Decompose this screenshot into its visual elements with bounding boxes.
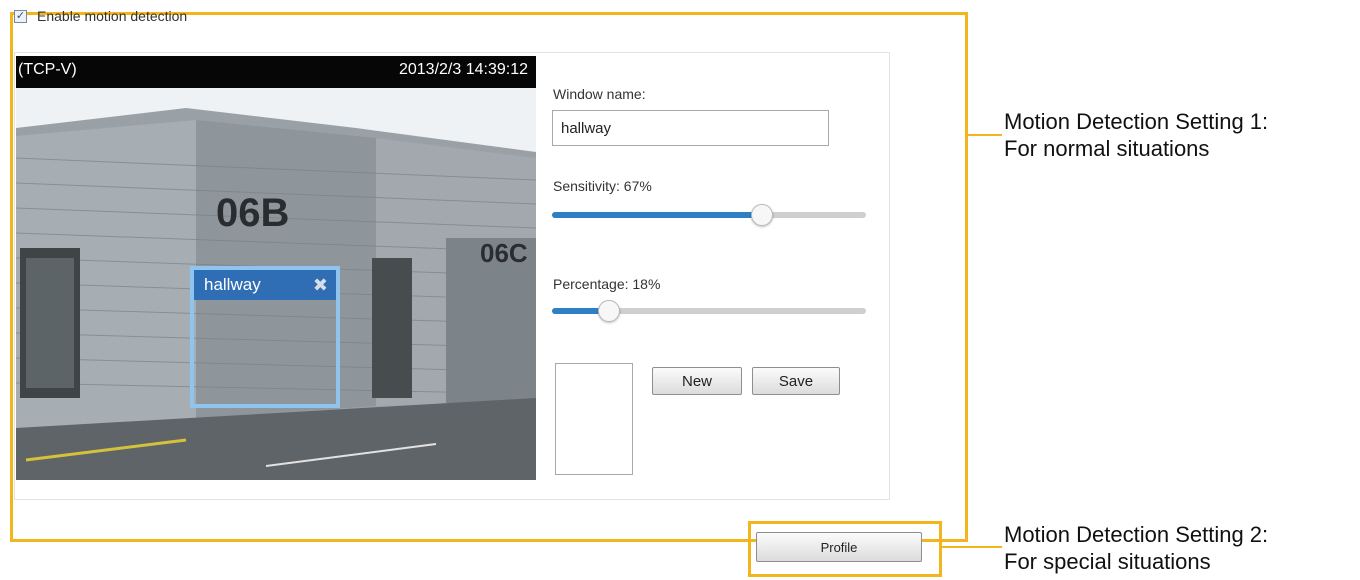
sensitivity-slider[interactable]	[552, 204, 866, 226]
setting1-annotation-title: Motion Detection Setting 1:	[1004, 109, 1269, 134]
sensitivity-fill	[552, 212, 763, 218]
stream-mode-label: (TCP-V)	[18, 61, 77, 78]
setting1-annotation-desc: For normal situations	[1004, 136, 1210, 161]
enable-motion-detection-checkbox[interactable]: ✓	[14, 9, 27, 23]
motion-window-name: hallway	[204, 275, 261, 294]
percentage-label: Percentage: 18%	[553, 276, 661, 292]
save-button[interactable]: Save	[752, 367, 840, 395]
window-name-input[interactable]	[552, 110, 829, 146]
profile-button[interactable]: Profile	[756, 532, 922, 562]
sensitivity-label: Sensitivity: 67%	[553, 178, 652, 194]
building-number-06c: 06C	[480, 238, 528, 268]
video-timestamp: 2013/2/3 14:39:12	[398, 61, 528, 78]
window-list-box[interactable]	[555, 363, 633, 475]
live-video-view[interactable]: (TCP-V) 2013/2/3 14:39:12 06B 06C hallwa…	[16, 56, 536, 480]
setting1-callout-line	[968, 134, 1002, 136]
enable-motion-detection-label: Enable motion detection	[37, 8, 188, 24]
setting2-annotation-title: Motion Detection Setting 2:	[1004, 522, 1269, 547]
motion-window-title: hallway ✖	[194, 270, 336, 300]
new-window-button[interactable]: New	[652, 367, 742, 395]
percentage-slider[interactable]	[552, 300, 866, 322]
setting1-annotation: Motion Detection Setting 1: For normal s…	[1004, 108, 1268, 162]
motion-window-hallway[interactable]: hallway ✖	[190, 266, 340, 408]
setting2-callout-line	[942, 546, 1002, 548]
setting2-annotation: Motion Detection Setting 2: For special …	[1004, 521, 1268, 575]
sensitivity-handle[interactable]	[751, 204, 774, 226]
window-name-label: Window name:	[553, 86, 646, 102]
close-icon[interactable]: ✖	[313, 275, 328, 296]
video-caption-bar: (TCP-V) 2013/2/3 14:39:12	[16, 56, 536, 88]
building-number-06b: 06B	[216, 191, 289, 235]
percentage-handle[interactable]	[597, 300, 620, 322]
setting2-annotation-desc: For special situations	[1004, 549, 1211, 574]
enable-motion-detection-row[interactable]: ✓ Enable motion detection	[14, 8, 187, 24]
